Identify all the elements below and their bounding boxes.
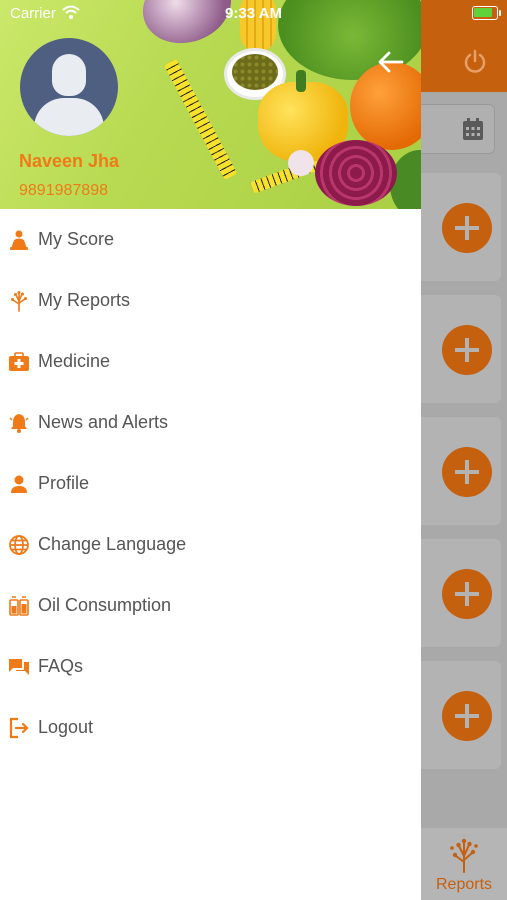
reports-icon	[8, 290, 30, 312]
menu-item-oil-consumption[interactable]: Oil Consumption	[0, 575, 421, 636]
status-bar: Carrier 9:33 AM	[0, 0, 507, 28]
tab-reports[interactable]: Reports	[421, 828, 507, 900]
oil-icon	[8, 595, 30, 617]
menu-item-label: Medicine	[38, 351, 111, 371]
person-icon	[8, 473, 30, 495]
header-image-garlic	[288, 150, 314, 176]
menu-item-faqs[interactable]: FAQs	[0, 636, 421, 697]
plus-icon[interactable]	[442, 569, 492, 619]
plus-icon[interactable]	[442, 447, 492, 497]
menu-item-label: FAQs	[38, 656, 84, 676]
menu-item-label: Logout	[38, 717, 94, 737]
menu-item-profile[interactable]: Profile	[0, 453, 421, 514]
drawer-header: Naveen Jha 9891987898	[0, 0, 421, 209]
menu-item-logout[interactable]: Logout	[0, 697, 421, 758]
menu-item-my-reports[interactable]: My Reports	[0, 270, 421, 331]
menu-item-change-language[interactable]: Change Language	[0, 514, 421, 575]
plus-icon[interactable]	[442, 691, 492, 741]
user-name: Naveen Jha	[19, 151, 120, 171]
status-time: 9:33 AM	[225, 5, 282, 22]
side-drawer: Naveen Jha 9891987898 My Score My Report…	[0, 0, 421, 900]
menu-item-label: Change Language	[38, 534, 187, 554]
menu-item-label: Oil Consumption	[38, 595, 172, 615]
reports-tab-icon	[450, 838, 478, 873]
calendar-icon	[463, 118, 483, 140]
drawer-menu: My Score My Reports Medicine News and Al…	[0, 209, 421, 758]
menu-item-news-alerts[interactable]: News and Alerts	[0, 392, 421, 453]
battery-charging-icon	[472, 6, 498, 20]
header-image-pepper-stem	[296, 70, 306, 92]
menu-item-label: News and Alerts	[38, 412, 169, 432]
power-icon[interactable]	[461, 48, 489, 76]
menu-item-medicine[interactable]: Medicine	[0, 331, 421, 392]
user-phone: 9891987898	[19, 182, 108, 199]
arrow-left-icon[interactable]	[376, 48, 406, 76]
globe-icon	[8, 534, 30, 556]
menu-item-my-score[interactable]: My Score	[0, 209, 421, 270]
plus-icon[interactable]	[442, 325, 492, 375]
bell-icon	[8, 412, 30, 434]
battery-nub	[499, 10, 501, 16]
battery-level	[474, 8, 492, 17]
avatar[interactable]	[20, 38, 118, 136]
menu-item-label: My Reports	[38, 290, 131, 310]
menu-item-label: My Score	[38, 229, 115, 249]
tab-label: Reports	[435, 876, 493, 893]
header-image-onion	[315, 140, 397, 206]
chat-icon	[8, 656, 30, 678]
medicine-icon	[8, 351, 30, 373]
header-image-peas	[232, 54, 278, 90]
logout-icon	[8, 717, 30, 739]
avatar-placeholder-icon	[52, 54, 86, 96]
menu-item-label: Profile	[38, 473, 90, 493]
avatar-placeholder-body	[34, 98, 104, 136]
score-icon	[8, 229, 30, 251]
plus-icon[interactable]	[442, 203, 492, 253]
